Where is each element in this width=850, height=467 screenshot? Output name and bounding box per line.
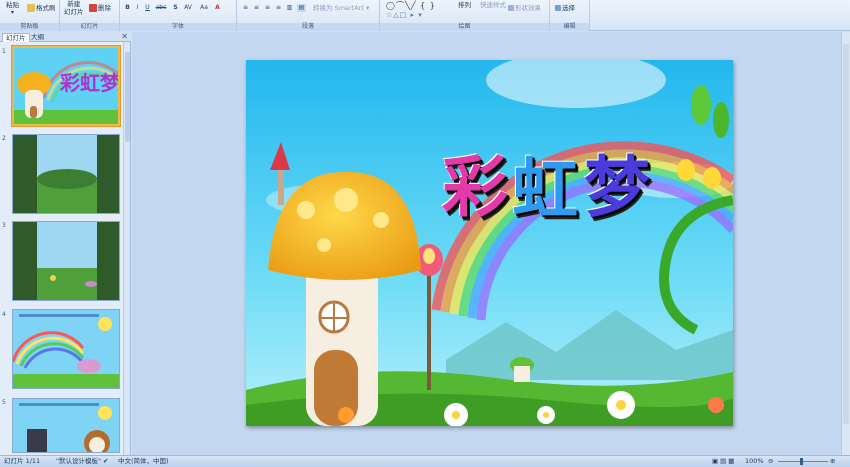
ribbon: 粘贴 ▾ 格式刷 剪贴板 新建 幻灯片 删除 幻灯片 B I U abc S A…: [0, 0, 850, 31]
svg-text:彩虹梦: 彩虹梦: [59, 71, 120, 95]
editing-group: 选择 编辑: [550, 0, 590, 31]
new-slide-label-2: 幻灯片: [64, 8, 84, 16]
paragraph-group: ≡ ≡ ≡ ≡ ▥ ▤ 转换为 SmartArt ▾ 段落: [237, 0, 380, 31]
quick-styles-label: 快速样式: [480, 1, 506, 9]
slide-counter: 幻灯片 1/11: [4, 457, 41, 465]
theme-name: "默认设计模板": [56, 457, 101, 465]
status-bar: 幻灯片 1/11 "默认设计模板" ✔ 中文(简体，中国) ▣▤▦ 100% ⊖…: [0, 455, 850, 467]
zoom-level[interactable]: 100%: [745, 456, 764, 467]
slide-thumbnail-5[interactable]: [12, 398, 120, 453]
tab-slides[interactable]: 幻灯片: [2, 33, 30, 42]
strikethrough-button[interactable]: abc: [155, 4, 167, 12]
format-painter-button[interactable]: 格式刷: [27, 4, 56, 12]
text-align-icon[interactable]: ▤: [297, 4, 306, 12]
main-vertical-scrollbar[interactable]: [841, 32, 850, 455]
select-button[interactable]: 选择: [555, 4, 575, 12]
slide-thumbnail-2-image: [13, 135, 119, 213]
view-buttons[interactable]: ▣▤▦: [712, 456, 736, 467]
slides-panel: 幻灯片 大纲 ✕ 1 彩虹梦 2 3 4 5: [0, 32, 131, 455]
panel-scrollbar-thumb[interactable]: [125, 52, 130, 142]
change-case-button[interactable]: Aa: [198, 4, 210, 12]
slide-thumbnail-3[interactable]: [12, 221, 120, 301]
char-spacing-button[interactable]: AV: [182, 4, 194, 12]
justify-icon[interactable]: ≡: [274, 4, 283, 12]
slide-background-scene: [246, 60, 733, 426]
slide-thumbnail-4[interactable]: [12, 309, 120, 389]
thumbnail-number: 2: [2, 135, 6, 142]
slide-thumbnail-5-image: [13, 399, 119, 452]
slide-thumbnail-1-image: 彩虹梦: [14, 48, 120, 124]
new-slide-button[interactable]: 新建 幻灯片: [64, 0, 84, 16]
slide-canvas[interactable]: 彩 虹 梦: [246, 60, 733, 426]
underline-button[interactable]: U: [143, 4, 152, 12]
title-char-1[interactable]: 彩: [442, 152, 508, 224]
font-group: B I U abc S AV Aa A 字体: [120, 0, 237, 31]
clipboard-group: 粘贴 ▾ 格式刷 剪贴板: [0, 0, 60, 31]
drawing-group: ◯⌒╲╱ { } ☆△□ ▸ ▾ 排列 快速样式 形状效果 绘图: [380, 0, 550, 31]
language-indicator: 中文(简体，中国): [118, 457, 169, 465]
arrange-button[interactable]: 排列: [458, 1, 471, 9]
paste-dropdown-icon[interactable]: ▾: [6, 9, 19, 17]
columns-icon[interactable]: ▥: [285, 4, 294, 12]
brush-icon: [27, 4, 35, 12]
align-center-icon[interactable]: ≡: [252, 4, 261, 12]
spellcheck-icon[interactable]: ✔: [103, 456, 108, 467]
shapes-gallery[interactable]: ◯⌒╲╱ { }: [386, 2, 436, 10]
zoom-slider-handle[interactable]: [800, 458, 803, 465]
new-slide-label-1: 新建: [67, 0, 81, 8]
quick-styles-button[interactable]: 快速样式: [480, 1, 506, 9]
main-scrollbar-thumb[interactable]: [843, 44, 849, 424]
delete-label: 删除: [98, 4, 111, 12]
font-group-label: 字体: [120, 23, 236, 31]
select-label: 选择: [562, 4, 575, 12]
delete-slide-button[interactable]: 删除: [89, 4, 111, 12]
title-char-2[interactable]: 虹: [512, 154, 578, 226]
shape-effects-label: 形状效果: [515, 4, 541, 12]
align-right-icon[interactable]: ≡: [263, 4, 272, 12]
font-color-button[interactable]: A: [213, 4, 222, 12]
paste-button[interactable]: 粘贴 ▾: [6, 1, 19, 17]
shapes-gallery-row2[interactable]: ☆△□ ▸ ▾: [386, 11, 423, 19]
title-char-3[interactable]: 梦: [584, 152, 650, 224]
close-icon[interactable]: ✕: [121, 32, 128, 42]
paste-label: 粘贴: [6, 1, 19, 9]
align-left-icon[interactable]: ≡: [241, 4, 250, 12]
tab-outline[interactable]: 大纲: [28, 33, 47, 42]
slide-editing-area: 彩 虹 梦: [132, 32, 850, 455]
paragraph-group-label: 段落: [237, 23, 379, 31]
editing-group-label: 编辑: [550, 23, 589, 31]
cursor-icon: [555, 5, 561, 11]
shape-effects-icon: [508, 5, 514, 11]
slides-group-label: 幻灯片: [60, 23, 119, 31]
zoom-slider[interactable]: [778, 461, 828, 462]
chevron-down-icon: ▾: [365, 4, 370, 12]
shape-effects-button[interactable]: 形状效果: [508, 4, 541, 12]
thumbnail-number: 3: [2, 222, 6, 229]
arrange-label: 排列: [458, 1, 471, 9]
zoom-out-icon[interactable]: ⊖: [768, 456, 773, 467]
slide-thumbnail-1[interactable]: 彩虹梦: [12, 46, 120, 126]
slide-thumbnail-4-image: [13, 310, 119, 388]
convert-smartart-button[interactable]: 转换为 SmartArt ▾: [313, 4, 369, 12]
drawing-group-label: 绘图: [380, 23, 549, 31]
thumbnail-number: 1: [2, 48, 6, 55]
panel-scrollbar[interactable]: [123, 42, 130, 455]
slide-thumbnail-2[interactable]: [12, 134, 120, 214]
slide-thumbnail-3-image: [13, 222, 119, 300]
slides-group: 新建 幻灯片 删除 幻灯片: [60, 0, 120, 31]
format-painter-label: 格式刷: [36, 4, 56, 12]
zoom-in-icon[interactable]: ⊕: [830, 456, 835, 467]
delete-icon: [89, 4, 97, 12]
clipboard-group-label: 剪贴板: [0, 23, 59, 31]
italic-button[interactable]: I: [133, 4, 142, 12]
convert-smartart-label: 转换为 SmartArt: [313, 4, 364, 12]
bold-button[interactable]: B: [123, 4, 132, 12]
shadow-button[interactable]: S: [171, 4, 180, 12]
thumbnail-number: 5: [2, 399, 6, 406]
panel-tabs: 幻灯片 大纲 ✕: [0, 32, 131, 42]
thumbnail-number: 4: [2, 311, 6, 318]
